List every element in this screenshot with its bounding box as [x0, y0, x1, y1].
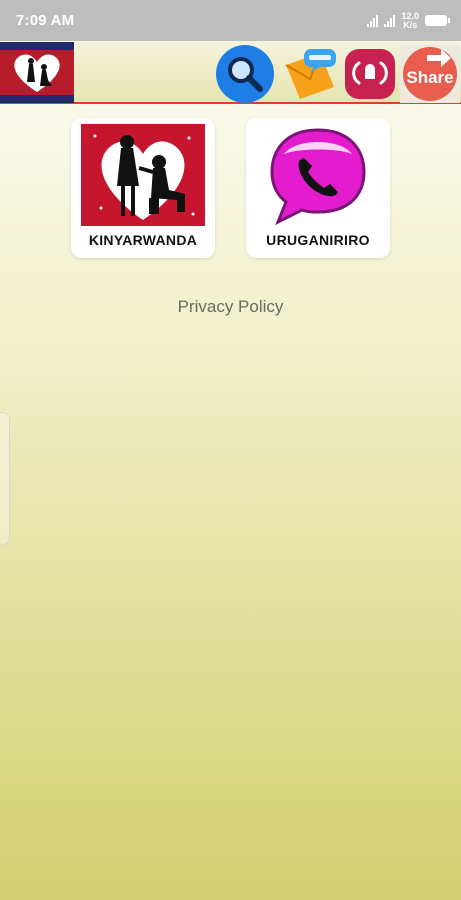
couple-heart-image [81, 124, 205, 226]
tile-uruganiriro[interactable]: URUGANIRIRO [246, 118, 390, 258]
share-icon: Share [403, 47, 457, 101]
broadcast-button[interactable] [340, 45, 400, 103]
share-icon-text: Share [406, 68, 453, 87]
chat-phone-icon [270, 128, 366, 226]
share-button[interactable]: Share [400, 45, 460, 103]
search-icon [216, 45, 274, 103]
status-indicators: 12.0 K/s [367, 11, 450, 30]
tile-label-uruganiriro: URUGANIRIRO [266, 232, 370, 248]
status-time: 7:09 AM [16, 12, 75, 29]
status-bar: 7:09 AM 12.0 K/s [0, 0, 461, 41]
side-drawer-handle[interactable] [0, 412, 10, 545]
signal-2-icon [384, 14, 396, 27]
battery-icon [425, 15, 450, 26]
logo-top-strip [0, 42, 74, 50]
tile-kinyarwanda[interactable]: KINYARWANDA [71, 118, 215, 258]
message-icon [285, 49, 336, 99]
search-button[interactable] [215, 45, 275, 103]
message-button[interactable] [280, 45, 340, 103]
broadcast-icon [345, 49, 395, 99]
logo-bottom-strip [0, 95, 74, 103]
net-speed-unit: K/s [403, 19, 418, 30]
couple-heart-logo-icon [14, 54, 60, 92]
top-action-bar: Share [0, 41, 461, 104]
signal-icon [367, 14, 379, 27]
network-speed: 12.0 K/s [401, 11, 419, 30]
app-logo[interactable] [0, 42, 74, 103]
tile-label-kinyarwanda: KINYARWANDA [88, 232, 198, 248]
privacy-policy-link[interactable]: Privacy Policy [0, 297, 461, 317]
